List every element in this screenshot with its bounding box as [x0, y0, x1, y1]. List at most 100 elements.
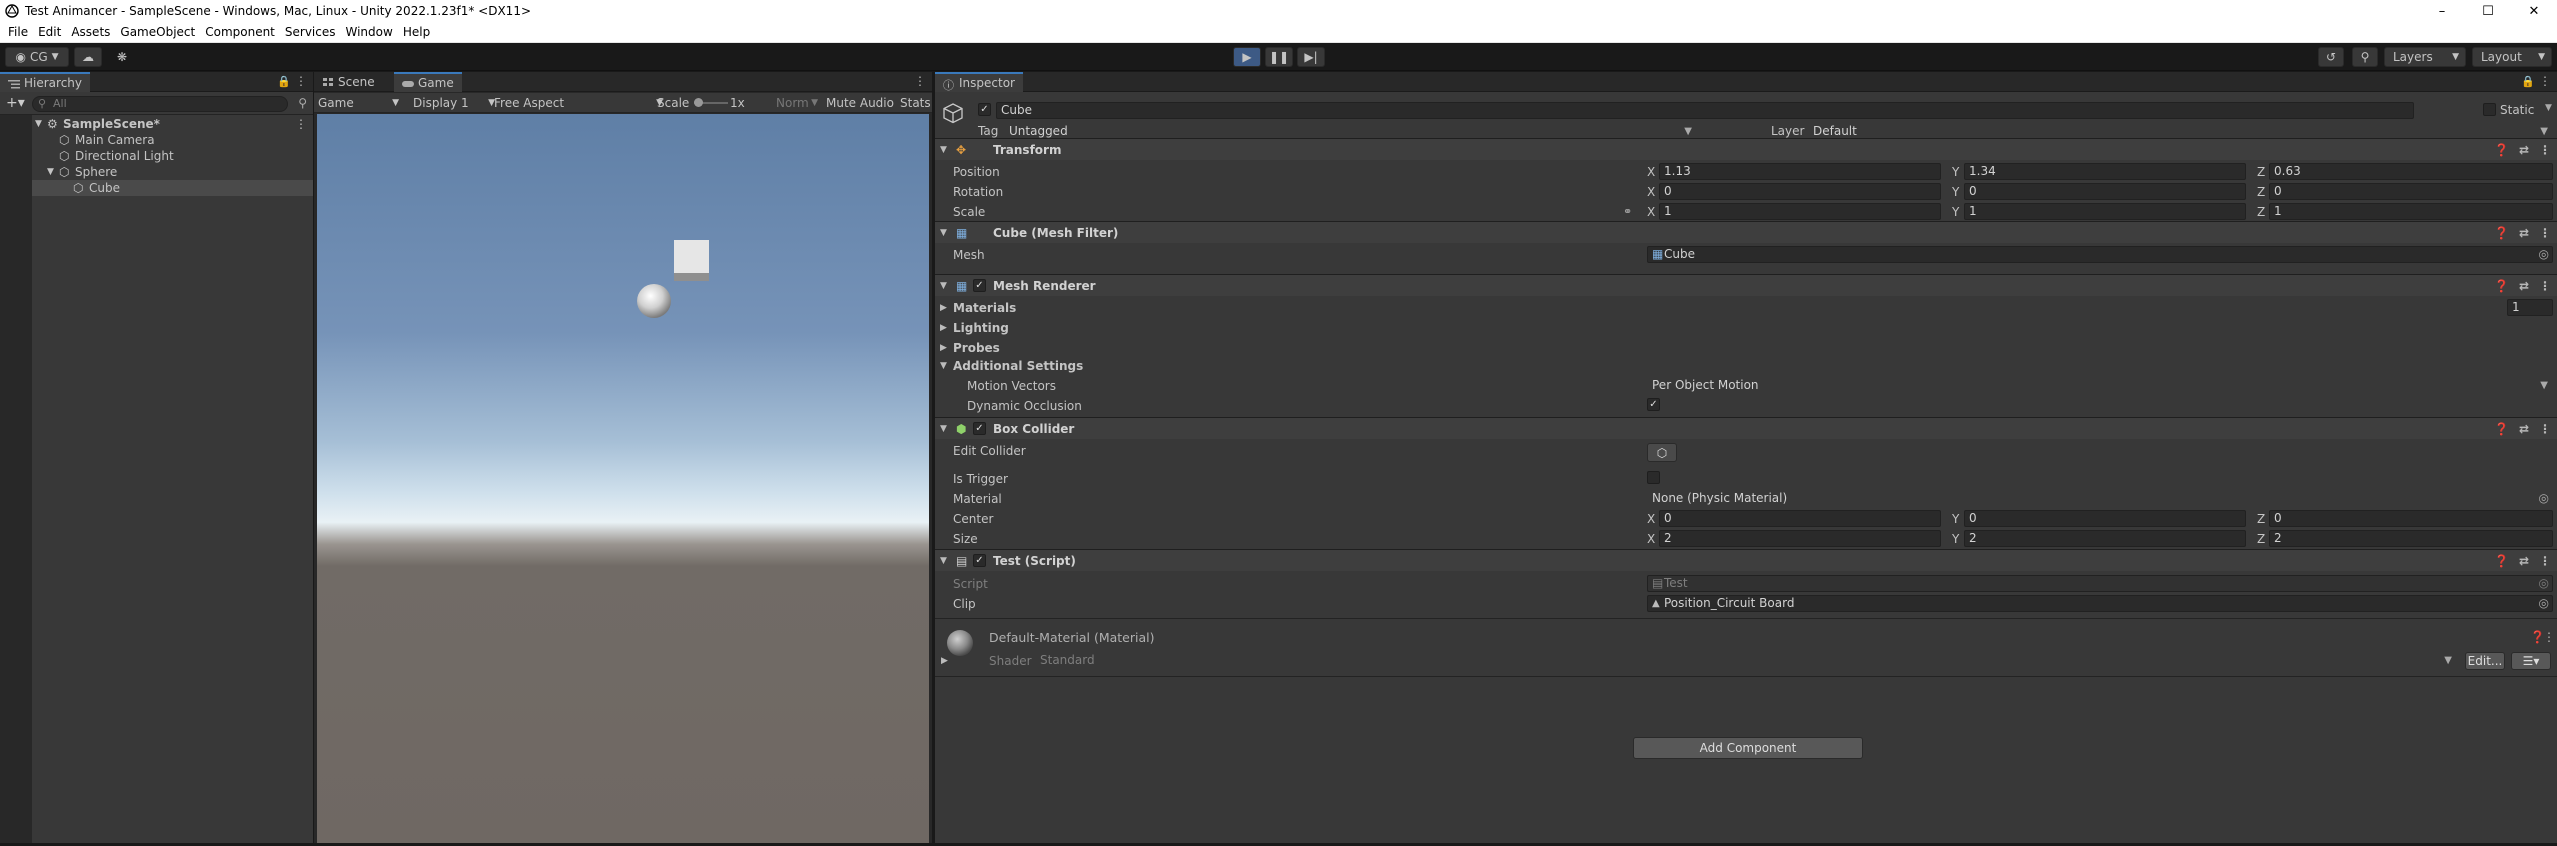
preset-icon[interactable]: ⇄	[2519, 143, 2529, 157]
scale-slider-thumb[interactable]	[694, 98, 703, 107]
menu-window[interactable]: Window	[341, 25, 398, 39]
mesh-renderer-header[interactable]: ▼ ▦ ✓ Mesh Renderer ❓ ⇄ ⋮	[935, 274, 2557, 296]
tab-inspector[interactable]: ⓘ Inspector	[935, 72, 1023, 92]
transform-header[interactable]: ▼ ✥ Transform ❓ ⇄ ⋮	[935, 138, 2557, 160]
hierarchy-search-input[interactable]: ⚲ All	[32, 96, 288, 112]
box-collider-enabled-checkbox[interactable]: ✓	[973, 422, 986, 435]
position-x-field[interactable]: 1.13	[1659, 163, 1941, 180]
test-script-enabled-checkbox[interactable]: ✓	[973, 554, 986, 567]
rotation-y-field[interactable]: 0	[1964, 183, 2246, 200]
help-icon[interactable]: ❓	[2494, 226, 2509, 240]
materials-count-field[interactable]: 1	[2507, 299, 2553, 316]
add-icon[interactable]: +▾	[6, 95, 25, 111]
center-y-field[interactable]: 0	[1964, 510, 2246, 527]
foldout-expanded-icon[interactable]: ▼	[940, 145, 947, 155]
link-icon[interactable]: ⚭	[1623, 205, 1632, 218]
test-script-header[interactable]: ▼ ▤ ✓ Test (Script) ❓ ⇄ ⋮	[935, 549, 2557, 571]
preset-icon[interactable]: ⇄	[2519, 279, 2529, 293]
menu-services[interactable]: Services	[280, 25, 341, 39]
more-options-icon[interactable]: ⋮	[2539, 226, 2551, 240]
lock-icon[interactable]: 🔒	[2521, 75, 2535, 88]
game-mode-dropdown[interactable]: Game ▼	[318, 93, 403, 113]
hierarchy-item-directional-light[interactable]: ⬡ Directional Light	[32, 148, 313, 164]
play-button[interactable]: ▶	[1233, 47, 1261, 67]
menu-component[interactable]: Component	[200, 25, 280, 39]
mesh-renderer-enabled-checkbox[interactable]: ✓	[973, 279, 986, 292]
step-button[interactable]: ▶|	[1297, 47, 1325, 67]
position-y-field[interactable]: 1.34	[1964, 163, 2246, 180]
foldout-collapsed-icon[interactable]: ▶	[941, 656, 948, 666]
foldout-collapsed-icon[interactable]: ▶	[940, 343, 947, 353]
mesh-filter-header[interactable]: ▼ ▦ Cube (Mesh Filter) ❓ ⇄ ⋮	[935, 221, 2557, 243]
scale-x-field[interactable]: 1	[1659, 203, 1941, 220]
add-component-button[interactable]: Add Component	[1633, 737, 1863, 759]
mute-audio-toggle[interactable]: Mute Audio	[826, 93, 894, 113]
help-icon[interactable]: ❓	[2494, 554, 2509, 568]
object-picker-icon[interactable]: ◎	[2539, 596, 2549, 611]
edit-collider-button[interactable]: ⬡	[1647, 443, 1677, 462]
foldout-expanded-icon[interactable]: ▼	[940, 424, 947, 434]
size-x-field[interactable]: 2	[1659, 530, 1941, 547]
object-picker-icon[interactable]: ◎	[2539, 247, 2549, 262]
position-z-field[interactable]: 0.63	[2269, 163, 2553, 180]
help-icon[interactable]: ❓	[2494, 143, 2509, 157]
norm-dropdown[interactable]: Norm ▼	[776, 93, 818, 113]
menu-assets[interactable]: Assets	[66, 25, 115, 39]
minimize-button[interactable]: –	[2419, 0, 2465, 22]
more-options-icon[interactable]: ⋮	[2539, 74, 2551, 88]
menu-gameobject[interactable]: GameObject	[115, 25, 200, 39]
more-options-icon[interactable]: ⋮	[914, 74, 926, 88]
foldout-collapsed-icon[interactable]: ▶	[940, 303, 947, 313]
hierarchy-item-sphere[interactable]: ▼ ⬡ Sphere	[32, 164, 313, 180]
help-icon[interactable]: ❓	[2494, 279, 2509, 293]
box-collider-header[interactable]: ▼ ⬢ ✓ Box Collider ❓ ⇄ ⋮	[935, 417, 2557, 439]
static-checkbox[interactable]	[2483, 103, 2496, 116]
motion-vectors-dropdown[interactable]: Per Object Motion ▼	[1647, 377, 2553, 394]
foldout-expanded-icon[interactable]: ▼	[47, 167, 59, 177]
stats-toggle[interactable]: Stats	[900, 93, 931, 113]
tab-scene[interactable]: Scene	[314, 72, 383, 92]
more-options-icon[interactable]: ⋮	[2539, 422, 2551, 436]
probes-foldout[interactable]: Probes	[953, 341, 1000, 355]
scale-y-field[interactable]: 1	[1964, 203, 2246, 220]
hierarchy-item-samplescene[interactable]: ▼ ⚙ SampleScene* ⋮	[32, 116, 313, 132]
dynamic-occlusion-checkbox[interactable]: ✓	[1647, 398, 1660, 411]
more-options-icon[interactable]: ⋮	[2539, 279, 2551, 293]
foldout-expanded-icon[interactable]: ▼	[940, 556, 947, 566]
maximize-button[interactable]: ☐	[2465, 0, 2511, 22]
tab-hierarchy[interactable]: Hierarchy	[0, 72, 91, 92]
shader-options-button[interactable]: ☰▾	[2511, 652, 2551, 670]
hierarchy-item-main-camera[interactable]: ⬡ Main Camera	[32, 132, 313, 148]
lock-icon[interactable]: 🔒	[277, 75, 291, 88]
lighting-foldout[interactable]: Lighting	[953, 321, 1009, 335]
account-dropdown[interactable]: ◉ CG ▼	[5, 47, 69, 67]
active-checkbox[interactable]: ✓	[978, 103, 991, 116]
center-x-field[interactable]: 0	[1659, 510, 1941, 527]
collab-button[interactable]: ❋	[108, 47, 136, 67]
pause-button[interactable]: ❚❚	[1265, 47, 1293, 67]
display-dropdown[interactable]: Display 1 ▼	[413, 93, 495, 113]
materials-foldout[interactable]: Materials	[953, 301, 1016, 315]
size-z-field[interactable]: 2	[2269, 530, 2553, 547]
game-render-viewport[interactable]	[317, 114, 929, 843]
rotation-z-field[interactable]: 0	[2269, 183, 2553, 200]
clip-object-field[interactable]: ▲ Position_Circuit Board ◎	[1647, 595, 2553, 612]
foldout-expanded-icon[interactable]: ▼	[35, 119, 47, 129]
shader-dropdown[interactable]: Standard ▼	[1035, 652, 2457, 669]
foldout-collapsed-icon[interactable]: ▶	[940, 323, 947, 333]
search-button[interactable]: ⚲	[2352, 47, 2378, 67]
preset-icon[interactable]: ⇄	[2519, 422, 2529, 436]
foldout-expanded-icon[interactable]: ▼	[940, 228, 947, 238]
additional-settings-foldout[interactable]: Additional Settings	[953, 359, 1083, 373]
more-options-icon[interactable]: ⋮	[2539, 143, 2551, 157]
layers-dropdown[interactable]: Layers ▼	[2384, 47, 2466, 67]
center-z-field[interactable]: 0	[2269, 510, 2553, 527]
preset-icon[interactable]: ⇄	[2519, 554, 2529, 568]
more-options-icon[interactable]: ⋮	[295, 74, 307, 88]
aspect-dropdown[interactable]: Free Aspect ▼	[494, 93, 663, 113]
history-button[interactable]: ↺	[2318, 47, 2344, 67]
chevron-down-icon[interactable]: ▼	[2545, 103, 2552, 113]
more-options-icon[interactable]: ⋮	[295, 117, 307, 131]
menu-file[interactable]: File	[0, 25, 33, 39]
preset-icon[interactable]: ⇄	[2519, 226, 2529, 240]
